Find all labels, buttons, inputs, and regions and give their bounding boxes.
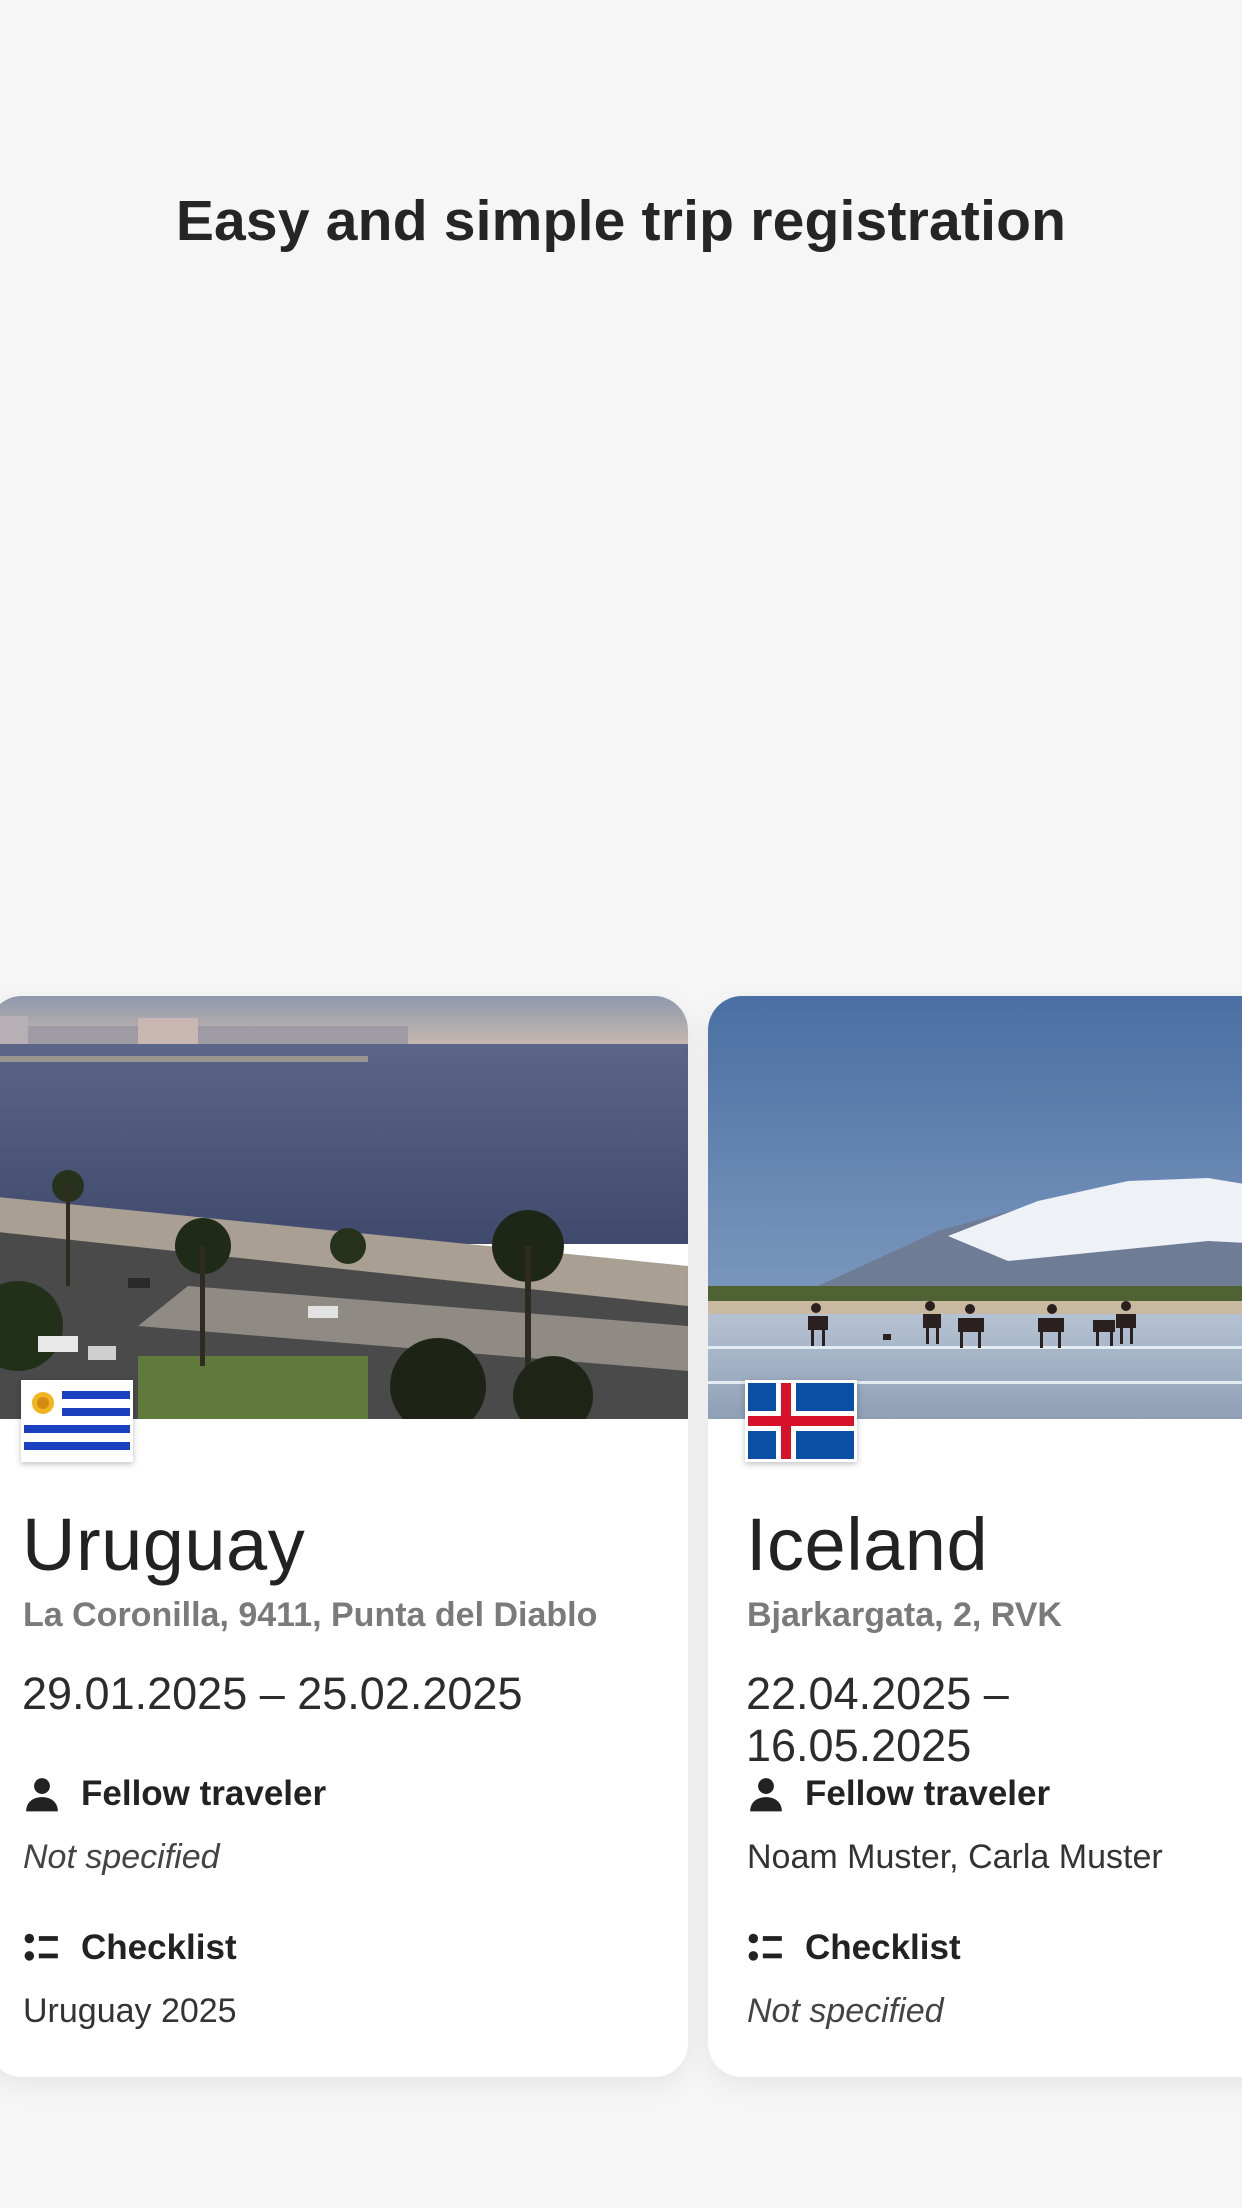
page-title: Easy and simple trip registration bbox=[175, 189, 1067, 253]
uruguay-flag-icon bbox=[21, 1380, 133, 1462]
trip-address: La Coronilla, 9411, Punta del Diablo bbox=[23, 1596, 598, 1634]
trip-photo-iceland bbox=[708, 996, 1242, 1419]
checklist-heading: Checklist bbox=[747, 1928, 961, 1968]
iceland-flag-icon bbox=[745, 1380, 857, 1462]
fellow-traveler-value: Not specified bbox=[23, 1838, 220, 1876]
checklist-heading: Checklist bbox=[23, 1928, 237, 1968]
checklist-label: Checklist bbox=[81, 1928, 237, 1967]
trip-country-name: Uruguay bbox=[22, 1503, 306, 1586]
trip-photo-uruguay bbox=[0, 996, 688, 1419]
checklist-icon bbox=[747, 1929, 785, 1967]
trip-dates: 22.04.2025 – 16.05.2025 bbox=[746, 1668, 1009, 1771]
checklist-label: Checklist bbox=[805, 1928, 961, 1967]
checklist-value: Not specified bbox=[747, 1992, 944, 2030]
checklist-icon bbox=[23, 1929, 61, 1967]
trip-dates: 29.01.2025 – 25.02.2025 bbox=[22, 1668, 523, 1719]
fellow-traveler-value: Noam Muster, Carla Muster bbox=[747, 1838, 1163, 1876]
trip-registration-screen: Easy and simple trip registration Urugua… bbox=[0, 0, 1242, 2208]
person-icon bbox=[23, 1775, 61, 1813]
fellow-traveler-heading: Fellow traveler bbox=[747, 1774, 1050, 1814]
trip-country-name: Iceland bbox=[746, 1503, 989, 1586]
trip-address: Bjarkargata, 2, RVK bbox=[747, 1596, 1062, 1634]
fellow-traveler-heading: Fellow traveler bbox=[23, 1774, 326, 1814]
fellow-traveler-label: Fellow traveler bbox=[805, 1774, 1051, 1813]
fellow-traveler-label: Fellow traveler bbox=[81, 1774, 327, 1813]
person-icon bbox=[747, 1775, 785, 1813]
checklist-value: Uruguay 2025 bbox=[23, 1992, 237, 2030]
